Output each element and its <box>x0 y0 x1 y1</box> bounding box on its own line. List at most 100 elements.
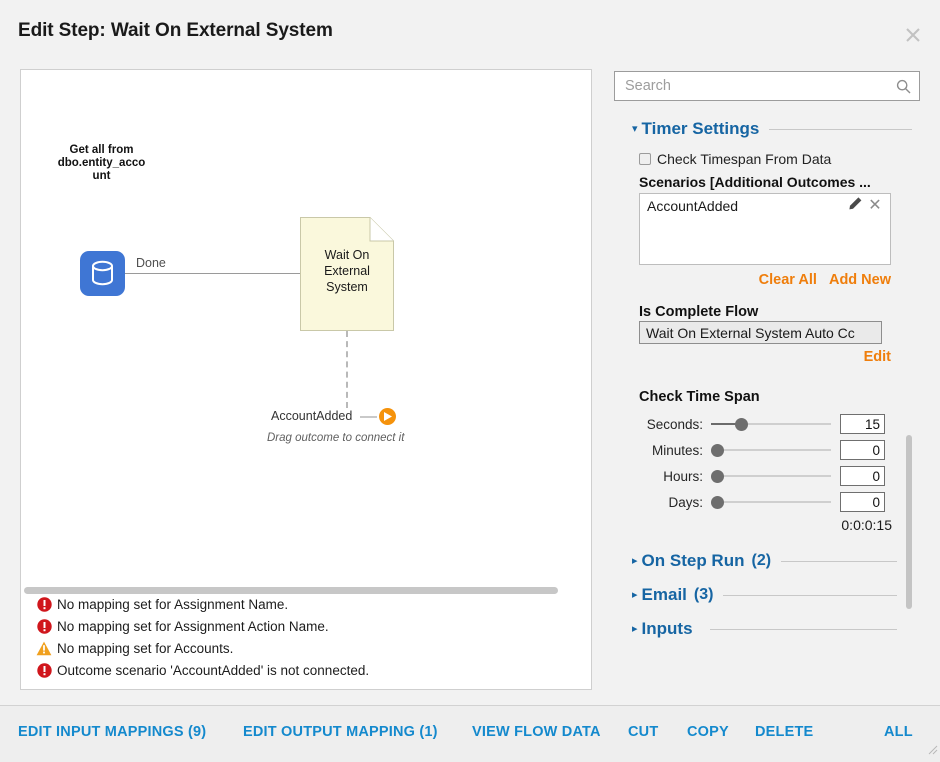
validation-messages: No mapping set for Assignment Name. No m… <box>31 593 581 681</box>
chevron-right-icon: ▸ <box>632 622 638 635</box>
is-complete-flow-field[interactable]: Wait On External System Auto Cc <box>639 321 882 344</box>
chevron-right-icon: ▸ <box>632 588 638 601</box>
slider-track-line <box>711 501 831 503</box>
db-node-label-line1: Get all from <box>69 144 134 156</box>
edit-output-mapping-button[interactable]: EDIT OUTPUT MAPPING (1) <box>243 724 438 740</box>
slider-row-days: Days: <box>639 489 899 515</box>
search-input[interactable] <box>623 72 888 100</box>
search-box[interactable] <box>614 71 920 101</box>
db-node-label: Get all from dbo.entity_acco unt <box>39 144 164 183</box>
hours-input[interactable] <box>840 466 885 486</box>
list-item[interactable]: AccountAdded ✕ <box>640 194 890 218</box>
section-title-inputs: Inputs <box>641 619 693 638</box>
error-icon <box>31 618 57 634</box>
check-time-span-sliders: Seconds: Minutes: <box>639 411 899 515</box>
add-new-link[interactable]: Add New <box>829 272 891 288</box>
step-note[interactable]: Wait On External System <box>300 217 394 331</box>
minutes-input[interactable] <box>840 440 885 460</box>
db-node-label-line3: unt <box>92 170 111 182</box>
scenarios-actions: Clear All Add New <box>759 272 891 288</box>
slider-hours[interactable] <box>711 469 831 483</box>
step-note-label: Wait On External System <box>300 247 394 295</box>
dialog-titlebar: Edit Step: Wait On External System <box>0 0 940 62</box>
cut-button[interactable]: CUT <box>628 724 658 740</box>
section-header-inputs[interactable]: ▸ Inputs <box>632 619 897 639</box>
pencil-icon[interactable] <box>848 196 866 216</box>
slider-knob[interactable] <box>711 444 724 457</box>
section-title-email: Email <box>641 585 687 604</box>
chevron-right-icon: ▸ <box>632 554 638 567</box>
step-note-line3: System <box>326 280 368 294</box>
drag-outcome-hint: Drag outcome to connect it <box>267 432 405 444</box>
validation-message-row: Outcome scenario 'AccountAdded' is not c… <box>31 659 581 681</box>
check-time-span-title: Check Time Span <box>639 389 760 405</box>
slider-label-seconds: Seconds: <box>646 416 703 432</box>
scenarios-title: Scenarios [Additional Outcomes ... <box>639 174 871 190</box>
clear-all-link[interactable]: Clear All <box>759 272 817 288</box>
step-note-line1: Wait On <box>324 248 370 262</box>
days-input[interactable] <box>840 492 885 512</box>
flow-canvas[interactable]: Get all from dbo.entity_acco unt Done Wa… <box>20 69 592 690</box>
validation-message-text: No mapping set for Assignment Name. <box>57 596 289 612</box>
section-count-email: (3) <box>693 586 714 603</box>
slider-track-line <box>711 449 831 451</box>
bottom-toolbar: EDIT INPUT MAPPINGS (9) EDIT OUTPUT MAPP… <box>0 705 940 762</box>
slider-label-minutes: Minutes: <box>651 442 703 458</box>
section-rule <box>781 560 897 562</box>
section-rule <box>709 628 897 630</box>
slider-fill <box>711 423 738 425</box>
slider-row-minutes: Minutes: <box>639 437 899 463</box>
section-rule <box>769 128 912 130</box>
check-timespan-from-data-row[interactable]: Check Timespan From Data <box>639 151 831 167</box>
outcome-label: AccountAdded <box>271 409 353 423</box>
db-node-label-line2: dbo.entity_acco <box>57 157 146 169</box>
connector-done-label: Done <box>136 256 166 270</box>
error-icon <box>31 596 57 612</box>
section-title-on-step-run: On Step Run <box>641 551 745 570</box>
copy-button[interactable]: COPY <box>687 724 729 740</box>
close-icon[interactable] <box>902 24 924 46</box>
section-header-email[interactable]: ▸ Email (3) <box>632 585 897 605</box>
slider-label-hours: Hours: <box>663 468 703 484</box>
slider-track-line <box>711 475 831 477</box>
all-button[interactable]: ALL <box>884 724 913 740</box>
check-timespan-from-data-checkbox[interactable] <box>639 153 651 165</box>
section-count-on-step-run: (2) <box>751 552 772 569</box>
section-header-timer-settings[interactable]: ▾ Timer Settings <box>632 119 912 139</box>
panel-scroll-area: ▾ Timer Settings Check Timespan From Dat… <box>612 111 930 689</box>
warning-icon <box>31 641 57 656</box>
edit-input-mappings-button[interactable]: EDIT INPUT MAPPINGS (9) <box>18 724 206 740</box>
section-header-on-step-run[interactable]: ▸ On Step Run (2) <box>632 551 897 571</box>
scenario-name: AccountAdded <box>647 198 739 214</box>
panel-vscrollbar-thumb[interactable] <box>906 435 912 609</box>
database-icon <box>92 260 113 286</box>
flow-diagram: Get all from dbo.entity_acco unt Done Wa… <box>21 70 591 530</box>
is-complete-flow-edit-link[interactable]: Edit <box>864 349 891 365</box>
slider-knob[interactable] <box>711 496 724 509</box>
validation-message-row: No mapping set for Assignment Action Nam… <box>31 615 581 637</box>
slider-label-days: Days: <box>668 494 703 510</box>
outcome-connector-stub <box>360 416 377 418</box>
slider-seconds[interactable] <box>711 417 831 431</box>
edit-step-dialog: Edit Step: Wait On External System Get a… <box>0 0 940 762</box>
validation-message-text: No mapping set for Accounts. <box>57 640 234 656</box>
is-complete-flow-title: Is Complete Flow <box>639 304 759 320</box>
slider-knob[interactable] <box>735 418 748 431</box>
page-title: Edit Step: Wait On External System <box>18 20 333 41</box>
scenarios-list[interactable]: AccountAdded ✕ <box>639 193 891 265</box>
validation-message-text: No mapping set for Assignment Action Nam… <box>57 618 329 634</box>
properties-panel: ▾ Timer Settings Check Timespan From Dat… <box>612 69 930 690</box>
slider-minutes[interactable] <box>711 443 831 457</box>
connector-outcome-dashed <box>346 331 348 408</box>
close-icon[interactable]: ✕ <box>866 198 884 214</box>
slider-days[interactable] <box>711 495 831 509</box>
database-node[interactable] <box>80 251 125 296</box>
view-flow-data-button[interactable]: VIEW FLOW DATA <box>472 724 601 740</box>
validation-message-text: Outcome scenario 'AccountAdded' is not c… <box>57 662 370 678</box>
resize-grip-icon[interactable] <box>926 742 938 760</box>
seconds-input[interactable] <box>840 414 885 434</box>
chevron-down-icon: ▾ <box>632 122 638 135</box>
delete-button[interactable]: DELETE <box>755 724 813 740</box>
slider-knob[interactable] <box>711 470 724 483</box>
play-circle-icon[interactable] <box>379 408 396 425</box>
